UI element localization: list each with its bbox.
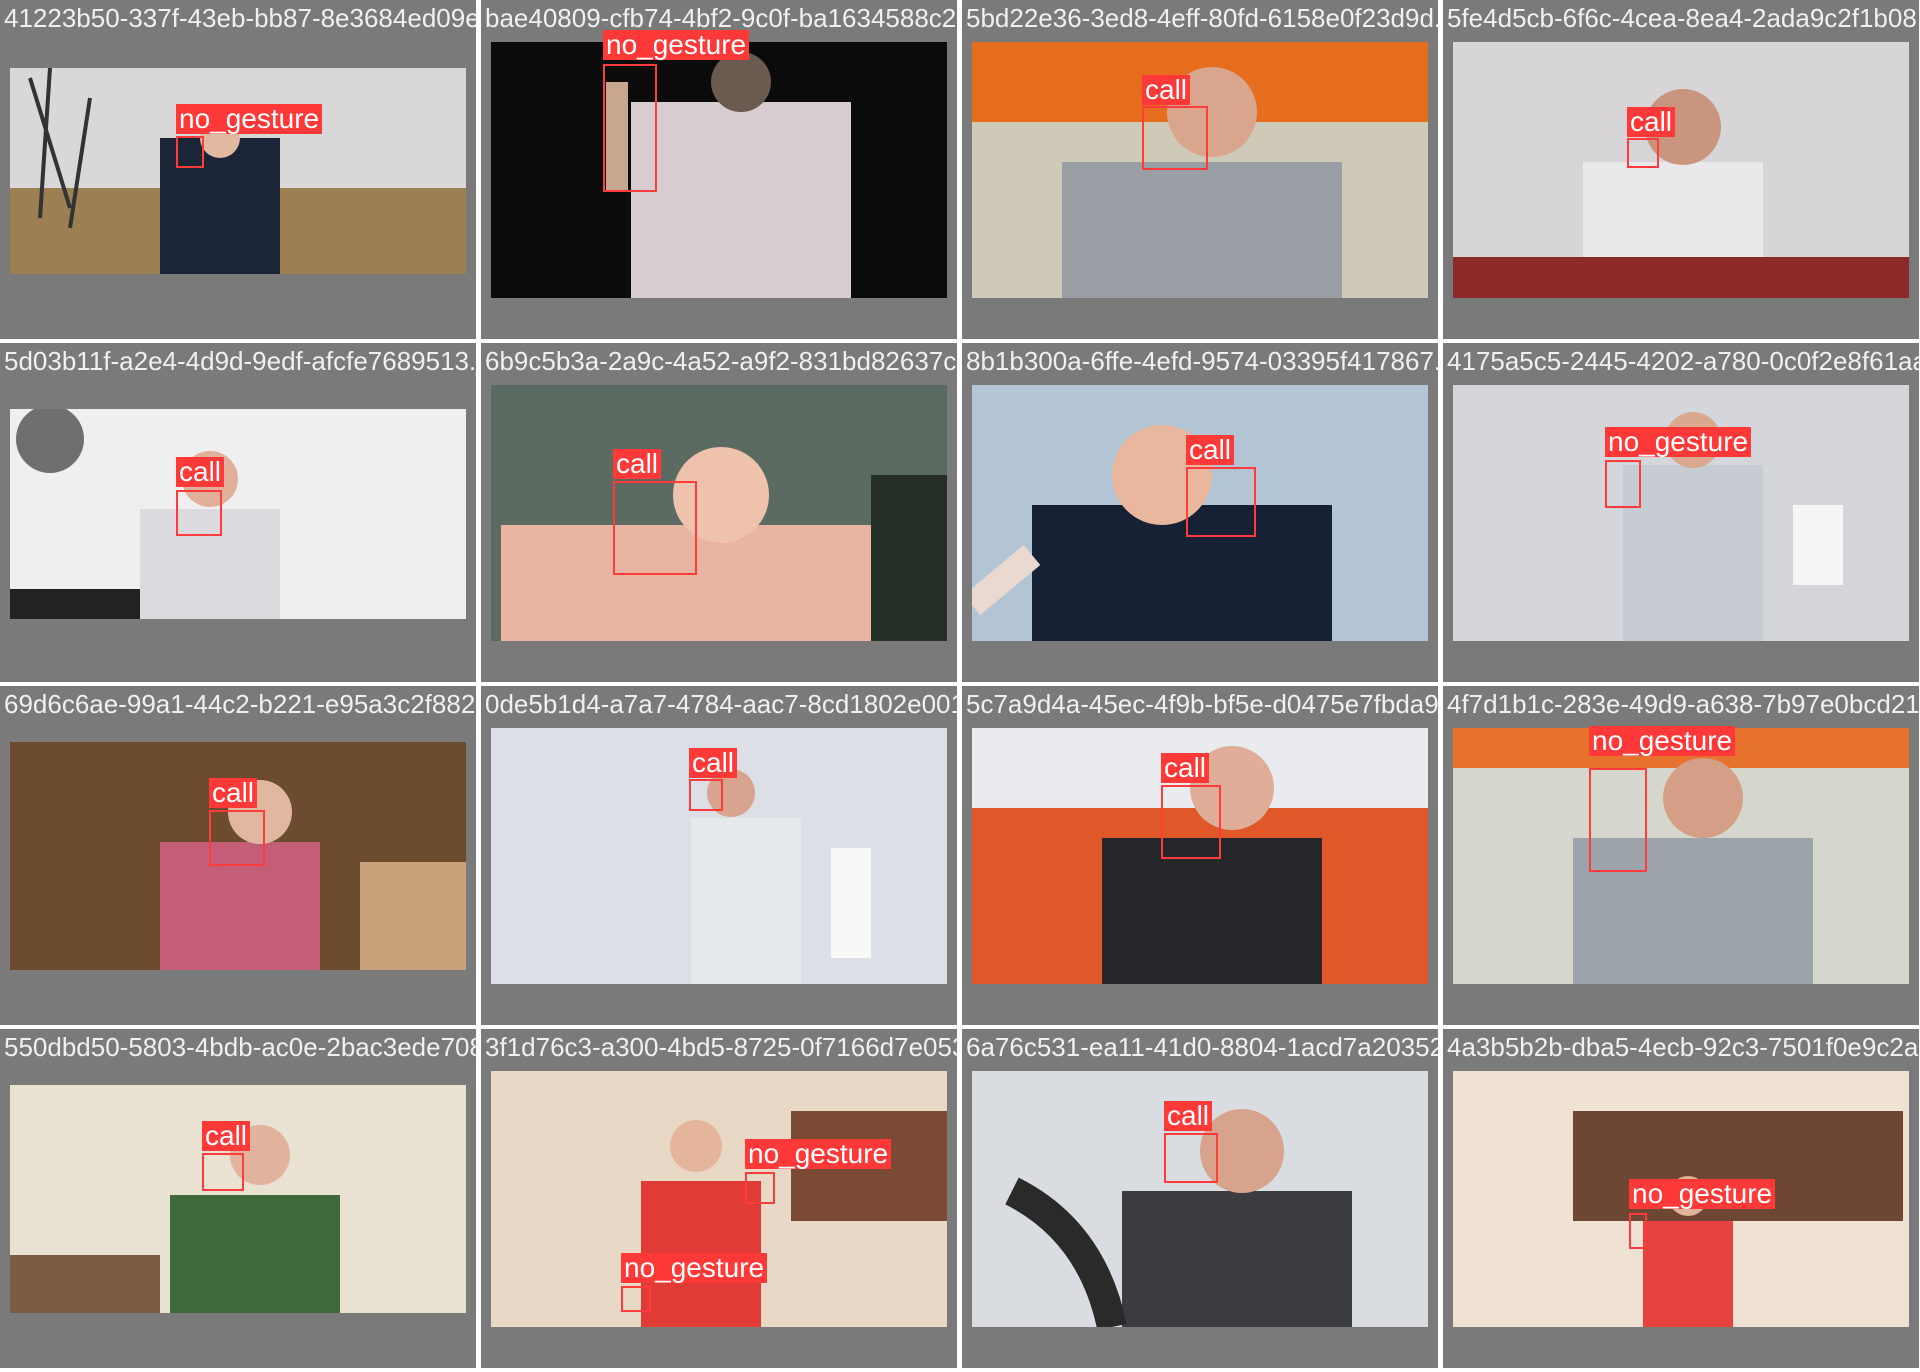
detection-box <box>689 779 723 811</box>
detection-label: call <box>1627 107 1676 137</box>
image-tile[interactable]: 4175a5c5-2445-4202-a780-0c0f2e8f61aa.jpg… <box>1443 343 1919 682</box>
detection-label: no_gesture <box>621 1253 768 1283</box>
image-grid: 41223b50-337f-43eb-bb87-8e3684ed09e0.jpg… <box>0 0 1920 1372</box>
image-tile[interactable]: 5bd22e36-3ed8-4eff-80fd-6158e0f23d9d.jpg… <box>962 0 1438 339</box>
detection-box <box>202 1153 244 1191</box>
image-tile[interactable]: 6b9c5b3a-2a9c-4a52-a9f2-831bd82637c0.jpg… <box>481 343 957 682</box>
detection-box <box>209 810 265 866</box>
image-filename: 5fe4d5cb-6f6c-4cea-8ea4-2ada9c2f1b08.jpg <box>1447 3 1919 33</box>
detection-box <box>1627 138 1659 168</box>
image-tile[interactable]: 8b1b300a-6ffe-4efd-9574-03395f417867.jpg… <box>962 343 1438 682</box>
photo <box>1453 385 1909 641</box>
detection-box <box>1186 467 1256 537</box>
image-filename: 550dbd50-5803-4bdb-ac0e-2bac3ede7083.jpg <box>4 1032 476 1062</box>
detection-label: no_gesture <box>745 1139 892 1169</box>
photo <box>1453 42 1909 298</box>
image-tile[interactable]: 5c7a9d4a-45ec-4f9b-bf5e-d0475e7fbda9.jpg… <box>962 686 1438 1025</box>
photo <box>10 409 466 619</box>
image-filename: 0de5b1d4-a7a7-4784-aac7-8cd1802e0014.jpg <box>485 689 957 719</box>
detection-label: call <box>689 748 738 778</box>
photo <box>972 42 1428 298</box>
detection-box <box>613 481 697 575</box>
image-filename: 6a76c531-ea11-41d0-8804-1acd7a20352e.jpg <box>966 1032 1438 1062</box>
detection-label: no_gesture <box>603 30 750 60</box>
photo <box>491 385 947 641</box>
image-filename: 41223b50-337f-43eb-bb87-8e3684ed09e0.jpg <box>4 3 476 33</box>
photo <box>10 68 466 274</box>
image-filename: 5c7a9d4a-45ec-4f9b-bf5e-d0475e7fbda9.jpg <box>966 689 1438 719</box>
image-filename: 69d6c6ae-99a1-44c2-b221-e95a3c2f8826.jpg <box>4 689 476 719</box>
detection-label: no_gesture <box>176 104 323 134</box>
detection-box <box>176 490 222 536</box>
image-tile[interactable]: 6a76c531-ea11-41d0-8804-1acd7a20352e.jpg… <box>962 1029 1438 1368</box>
photo <box>491 1071 947 1327</box>
image-tile[interactable]: 4f7d1b1c-283e-49d9-a638-7b97e0bcd213.jpg… <box>1443 686 1919 1025</box>
photo <box>1453 728 1909 984</box>
image-tile[interactable]: 69d6c6ae-99a1-44c2-b221-e95a3c2f8826.jpg… <box>0 686 476 1025</box>
detection-label: call <box>1161 753 1210 783</box>
detection-label: no_gesture <box>1589 726 1736 756</box>
image-tile[interactable]: 3f1d76c3-a300-4bd5-8725-0f7166d7e053.jpg… <box>481 1029 957 1368</box>
detection-box <box>745 1172 775 1204</box>
detection-label: call <box>613 449 662 479</box>
detection-label: call <box>1164 1101 1213 1131</box>
detection-box <box>1589 768 1647 872</box>
detection-label: call <box>1142 75 1191 105</box>
detection-box <box>621 1286 651 1312</box>
image-filename: 4f7d1b1c-283e-49d9-a638-7b97e0bcd213.jpg <box>1447 689 1919 719</box>
image-filename: 3f1d76c3-a300-4bd5-8725-0f7166d7e053.jpg <box>485 1032 957 1062</box>
image-tile[interactable]: bae40809-cfb74-4bf2-9c0f-ba1634588c2a.jp… <box>481 0 957 339</box>
detection-label: no_gesture <box>1605 427 1752 457</box>
detection-label: call <box>202 1121 251 1151</box>
detection-box <box>1605 460 1641 508</box>
detection-label: call <box>209 778 258 808</box>
image-filename: 4175a5c5-2445-4202-a780-0c0f2e8f61aa.jpg <box>1447 346 1919 376</box>
photo <box>491 42 947 298</box>
detection-label: call <box>176 457 225 487</box>
detection-label: no_gesture <box>1629 1179 1776 1209</box>
detection-box <box>1164 1133 1218 1183</box>
image-tile[interactable]: 5d03b11f-a2e4-4d9d-9edf-afcfe7689513.jpg… <box>0 343 476 682</box>
image-tile[interactable]: 4a3b5b2b-dba5-4ecb-92c3-7501f0e9c2a8.jpg… <box>1443 1029 1919 1368</box>
image-tile[interactable]: 41223b50-337f-43eb-bb87-8e3684ed09e0.jpg… <box>0 0 476 339</box>
image-filename: 8b1b300a-6ffe-4efd-9574-03395f417867.jpg <box>966 346 1438 376</box>
detection-box <box>176 136 204 168</box>
detection-box <box>603 64 657 192</box>
image-tile[interactable]: 5fe4d5cb-6f6c-4cea-8ea4-2ada9c2f1b08.jpg… <box>1443 0 1919 339</box>
detection-box <box>1629 1213 1647 1249</box>
detection-label: call <box>1186 435 1235 465</box>
detection-box <box>1161 785 1221 859</box>
image-tile[interactable]: 550dbd50-5803-4bdb-ac0e-2bac3ede7083.jpg… <box>0 1029 476 1368</box>
image-filename: 6b9c5b3a-2a9c-4a52-a9f2-831bd82637c0.jpg <box>485 346 957 376</box>
detection-box <box>1142 106 1208 170</box>
image-filename: 5bd22e36-3ed8-4eff-80fd-6158e0f23d9d.jpg <box>966 3 1438 33</box>
image-tile[interactable]: 0de5b1d4-a7a7-4784-aac7-8cd1802e0014.jpg… <box>481 686 957 1025</box>
image-filename: 5d03b11f-a2e4-4d9d-9edf-afcfe7689513.jpg <box>4 346 476 376</box>
image-filename: 4a3b5b2b-dba5-4ecb-92c3-7501f0e9c2a8.jpg <box>1447 1032 1919 1062</box>
